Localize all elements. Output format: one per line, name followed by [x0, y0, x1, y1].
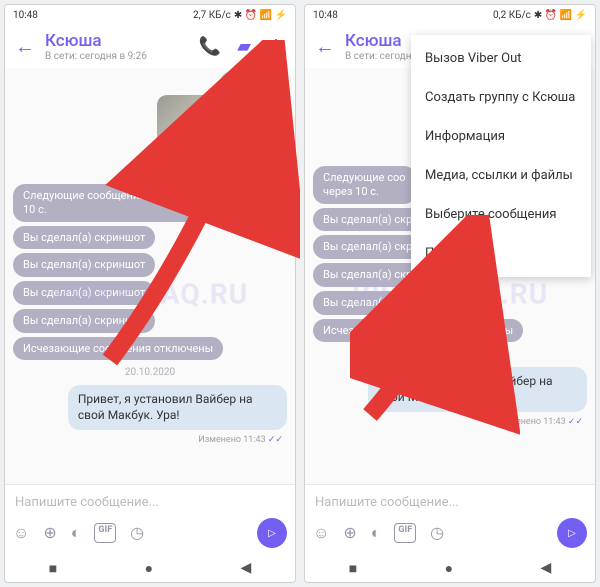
send-button[interactable]: ▷ — [557, 518, 587, 548]
message-meta: Изменено 11:43 ✓✓ — [198, 435, 283, 445]
system-bubble: Исчезающие сообщения отключены — [313, 319, 523, 343]
nav-recent-icon[interactable]: ■ — [349, 560, 357, 577]
message-meta: Изменено 11:43 ✓✓ — [498, 417, 583, 427]
date-chip: 19.10.2020 — [221, 72, 287, 89]
timer-icon[interactable]: ◷ — [130, 523, 144, 543]
chat-title: Ксюша — [45, 31, 199, 51]
more-icon[interactable]: ⋮ — [267, 36, 285, 57]
android-navbar: ■ ● ◀ — [305, 554, 595, 582]
system-bubble: Вы сделал(а) скриншот — [13, 309, 155, 333]
date-divider: 20.10.2020 — [425, 349, 475, 360]
nav-home-icon[interactable]: ● — [145, 560, 153, 577]
system-bubble: Следующие соочерез 10 с. — [313, 166, 416, 204]
chat-body: 19.10.2020 10:14 Следующие сообщения исч… — [5, 68, 295, 484]
phone-left: 10:48 2,7 КБ/с ✱ ⏰ 📶 ⚡ ← Ксюша В сети: с… — [4, 4, 296, 583]
system-bubble: Следующие сообщения исчезнут через 10 с. — [13, 184, 246, 222]
composer: Напишите сообщение... ☺ ⊕ ◐ GIF ◷ ▷ — [5, 484, 295, 554]
status-net: 2,7 КБ/с — [193, 10, 231, 21]
image-time: 10:14 — [259, 166, 281, 176]
outgoing-message[interactable]: Привет, я установил Вайбер на свой Макбу… — [368, 367, 587, 412]
date-divider: 20.10.2020 — [125, 367, 175, 378]
gif-icon[interactable]: GIF — [94, 523, 116, 543]
read-ticks-icon: ✓✓ — [268, 435, 283, 445]
camera-icon[interactable]: ◐ — [71, 523, 81, 543]
camera-icon[interactable]: ◐ — [371, 523, 381, 543]
system-bubble: Вы сделал(а) скриншот — [13, 226, 155, 250]
status-bar: 10:48 2,7 КБ/с ✱ ⏰ 📶 ⚡ — [5, 5, 295, 25]
system-bubble: Вы сделал(а) скриншот — [13, 281, 155, 305]
system-bubble: Вы сделал(а) скриншот — [13, 253, 155, 277]
plus-icon[interactable]: ⊕ — [43, 523, 56, 543]
menu-search[interactable]: Поиск — [411, 234, 591, 273]
back-icon[interactable]: ← — [315, 34, 335, 59]
menu-create-group[interactable]: Создать группу с Ксюша — [411, 78, 591, 117]
status-icons: ✱ ⏰ 📶 ⚡ — [234, 10, 287, 21]
outgoing-message[interactable]: Привет, я установил Вайбер на свой Макбу… — [68, 385, 287, 430]
status-icons: ✱ ⏰ 📶 ⚡ — [534, 10, 587, 21]
system-bubble: Вы сделал(а) скриншот — [313, 291, 455, 315]
status-time: 10:48 — [13, 10, 38, 21]
timer-icon[interactable]: ◷ — [430, 523, 444, 543]
system-bubble: Исчезающие сообщения отключены — [13, 337, 223, 361]
plus-icon[interactable]: ⊕ — [343, 523, 356, 543]
nav-back-icon[interactable]: ◀ — [240, 560, 251, 576]
menu-select-messages[interactable]: Выберите сообщения — [411, 195, 591, 234]
sticker-icon[interactable]: ☺ — [313, 523, 329, 543]
menu-viber-out[interactable]: Вызов Viber Out — [411, 39, 591, 78]
nav-recent-icon[interactable]: ■ — [49, 560, 57, 577]
message-input[interactable]: Напишите сообщение... — [13, 491, 287, 514]
composer: Напишите сообщение... ☺ ⊕ ◐ GIF ◷ ▷ — [305, 484, 595, 554]
status-bar: 10:48 0,2 КБ/с ✱ ⏰ 📶 ⚡ — [305, 5, 595, 25]
send-button[interactable]: ▷ — [257, 518, 287, 548]
call-icon[interactable]: 📞 — [199, 36, 221, 57]
video-icon[interactable]: ▰ — [237, 36, 251, 57]
menu-info[interactable]: Информация — [411, 117, 591, 156]
android-navbar: ■ ● ◀ — [5, 554, 295, 582]
message-input[interactable]: Напишите сообщение... — [313, 491, 587, 514]
read-ticks-icon: ✓✓ — [568, 417, 583, 427]
sticker-icon[interactable]: ☺ — [13, 523, 29, 543]
phone-right: 10:48 0,2 КБ/с ✱ ⏰ 📶 ⚡ ← Ксюша В сети: с… — [304, 4, 596, 583]
menu-media[interactable]: Медиа, ссылки и файлы — [411, 156, 591, 195]
status-net: 0,2 КБ/с — [493, 10, 531, 21]
back-icon[interactable]: ← — [15, 34, 35, 59]
gif-icon[interactable]: GIF — [394, 523, 416, 543]
options-menu: Вызов Viber Out Создать группу с Ксюша И… — [411, 35, 591, 277]
nav-back-icon[interactable]: ◀ — [540, 560, 551, 576]
nav-home-icon[interactable]: ● — [445, 560, 453, 577]
image-message[interactable]: 10:14 — [157, 95, 287, 180]
chat-header: ← Ксюша В сети: сегодня в 9:26 📞 ▰ ⋮ — [5, 25, 295, 68]
chat-status: В сети: сегодня в 9:26 — [45, 51, 199, 62]
status-time: 10:48 — [313, 10, 338, 21]
